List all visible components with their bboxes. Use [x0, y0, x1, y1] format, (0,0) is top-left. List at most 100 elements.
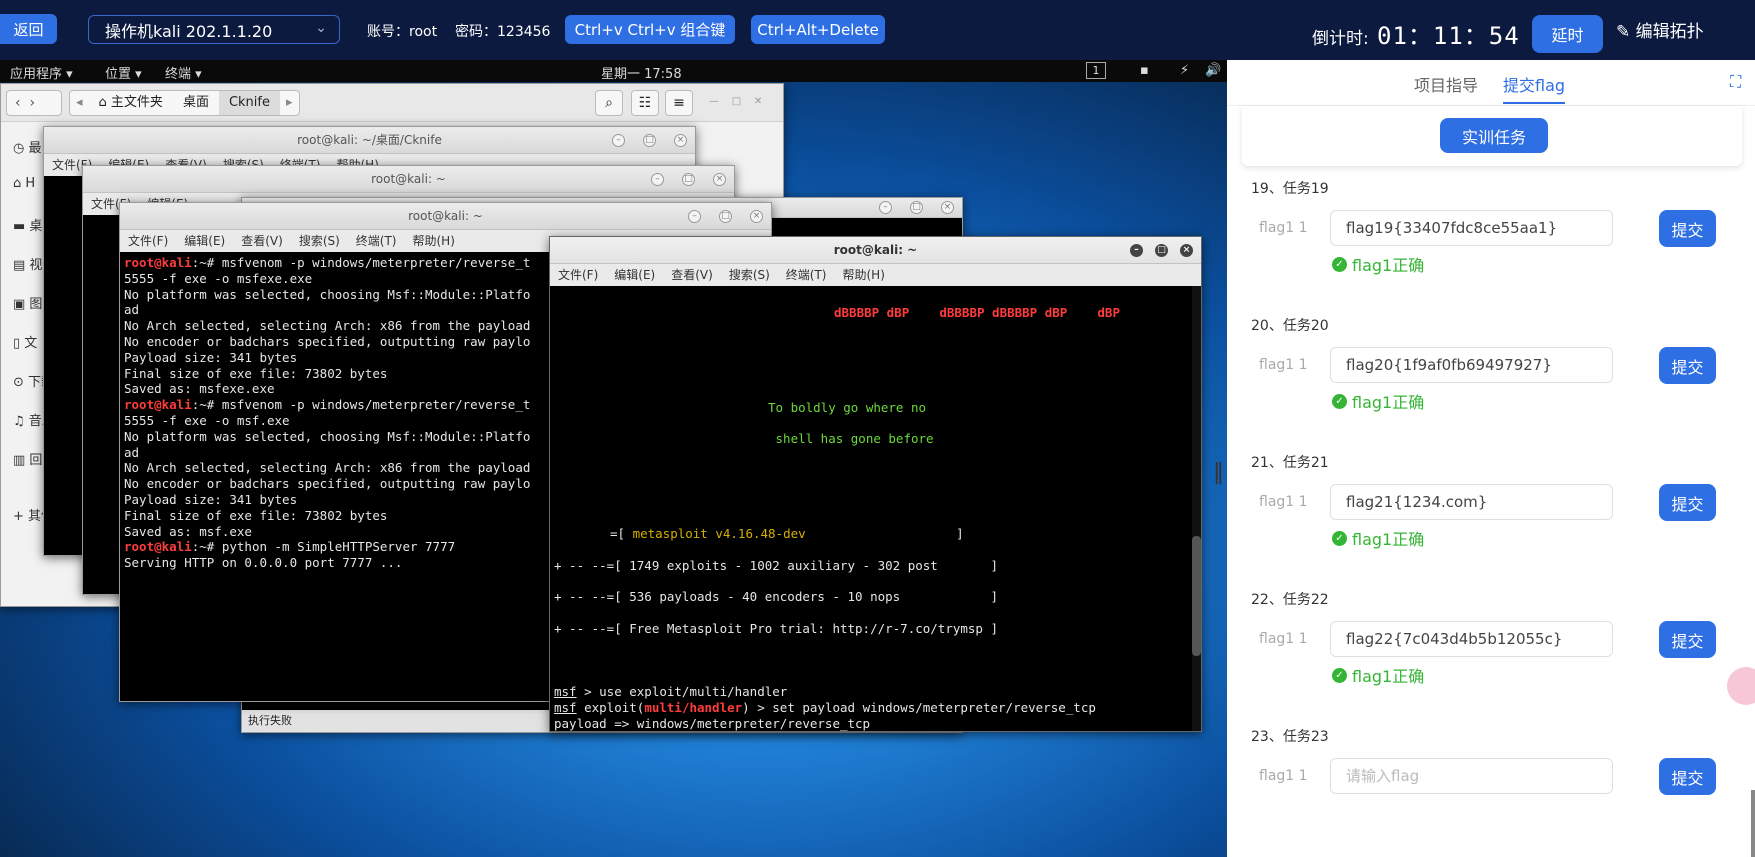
minimize-icon[interactable]: –: [879, 201, 892, 214]
applications-menu[interactable]: 应用程序 ▾: [10, 63, 73, 82]
window-controls[interactable]: — □ ✕: [709, 96, 762, 107]
splitter-handle[interactable]: ‖: [1213, 460, 1224, 490]
volume-icon[interactable]: 🔊: [1205, 63, 1221, 78]
flag-label: flag1 1: [1259, 357, 1308, 373]
menu-terminal[interactable]: 终端(T): [356, 234, 397, 248]
submit-button[interactable]: 提交: [1659, 484, 1716, 521]
menu-terminal[interactable]: 终端(T): [786, 268, 827, 282]
crumb-home[interactable]: ⌂ 主文件夹: [89, 91, 173, 115]
window-titlebar: root@kali: ~ – □ ×: [83, 166, 734, 193]
maximize-icon[interactable]: □: [643, 134, 656, 147]
workspace-indicator[interactable]: 1: [1086, 62, 1106, 79]
status-text: flag1正确: [1352, 393, 1425, 412]
menu-view[interactable]: 查看(V): [241, 234, 283, 248]
tagline-2: shell has gone before: [768, 431, 934, 447]
submit-button[interactable]: 提交: [1659, 758, 1716, 795]
check-circle-icon: ✓: [1332, 667, 1347, 683]
back-button[interactable]: 返回: [0, 14, 57, 44]
search-icon[interactable]: ⌕: [595, 90, 623, 116]
close-icon[interactable]: ×: [941, 201, 954, 214]
places-menu[interactable]: 位置 ▾: [105, 63, 142, 82]
crumb-desktop[interactable]: 桌面: [173, 91, 219, 115]
msf-line: msf exploit(multi/handler) > set lhost 2…: [554, 731, 1187, 732]
sidebar-desktop[interactable]: ▬ 桌: [13, 215, 42, 234]
crumb-left-arrow[interactable]: ◂: [70, 91, 89, 115]
minimize-icon[interactable]: –: [612, 134, 625, 147]
terminal-output[interactable]: dBBBBP dBP dBBBBP dBBBBP dBP dBP To bold…: [550, 286, 1201, 732]
tab-submit-flag[interactable]: 提交flag: [1503, 72, 1566, 104]
top-toolbar: 返回 操作机kali 202.1.1.20 ⌄ 账号：root 密码：123456…: [0, 0, 1755, 60]
network-icon[interactable]: ⚡: [1180, 63, 1189, 78]
task-title: 19、任务19: [1251, 181, 1329, 197]
submit-button[interactable]: 提交: [1659, 347, 1716, 384]
file-manager-toolbar: ‹ › ◂ ⌂ 主文件夹 桌面 Cknife ▸ ⌕ ☷ ≡ — □ ✕: [1, 84, 783, 122]
menu-icon[interactable]: ≡: [665, 90, 693, 116]
terminal-window-msfconsole[interactable]: root@kali: ~ – □ × 文件(F) 编辑(E) 查看(V) 搜索(S) 终端(…: [549, 236, 1202, 732]
collapse-icon[interactable]: ⛶: [1730, 72, 1741, 92]
sidebar-recent[interactable]: ◷ 最: [13, 137, 42, 156]
flag-label: flag1 1: [1259, 494, 1308, 510]
breadcrumb: ◂ ⌂ 主文件夹 桌面 Cknife ▸: [69, 90, 300, 116]
vm-select[interactable]: 操作机kali 202.1.1.20 ⌄: [88, 15, 340, 44]
flag-label: flag1 1: [1259, 768, 1308, 784]
combo-key-button[interactable]: Ctrl+v Ctrl+v 组合键: [565, 15, 735, 44]
view-list-icon[interactable]: ☷: [631, 90, 659, 116]
window-titlebar: root@kali: ~/桌面/Cknife – □ ×: [44, 127, 695, 154]
flag-label: flag1 1: [1259, 631, 1308, 647]
submit-button[interactable]: 提交: [1659, 210, 1716, 247]
menu-search[interactable]: 搜索(S): [299, 234, 340, 248]
menu-help[interactable]: 帮助(H): [413, 234, 455, 248]
status-text: flag1正确: [1352, 667, 1425, 686]
maximize-icon[interactable]: □: [682, 173, 695, 186]
chat-bubble-icon[interactable]: [1727, 667, 1755, 705]
window-title: root@kali: ~: [408, 209, 483, 223]
minimize-icon[interactable]: –: [651, 173, 664, 186]
countdown-timer: 01：11：54: [1377, 22, 1520, 50]
menu-edit[interactable]: 编辑(E): [614, 268, 655, 282]
tagline-1: To boldly go where no: [768, 399, 927, 415]
task-title: 22、任务22: [1251, 592, 1329, 608]
ctrl-alt-delete-button[interactable]: Ctrl+Alt+Delete: [751, 15, 885, 44]
sidebar-home[interactable]: ⌂ H: [13, 176, 35, 191]
nav-back-forward[interactable]: ‹ ›: [6, 90, 62, 116]
clock[interactable]: 星期一 17:58: [601, 63, 682, 82]
minimize-icon[interactable]: –: [688, 210, 701, 223]
extend-time-button[interactable]: 延时: [1532, 15, 1603, 53]
menu-file[interactable]: 文件(F): [128, 234, 168, 248]
crumb-cknife[interactable]: Cknife: [218, 91, 280, 115]
panel-scrollbar[interactable]: [1751, 170, 1755, 857]
flag-input[interactable]: flag20{1f9af0fb69497927}: [1330, 347, 1613, 383]
terminal-scrollbar[interactable]: [1192, 286, 1201, 731]
close-icon[interactable]: ×: [750, 210, 763, 223]
menu-search[interactable]: 搜索(S): [729, 268, 770, 282]
password-text: 密码：123456: [455, 24, 551, 40]
maximize-icon[interactable]: □: [1155, 244, 1168, 257]
tab-project-guide[interactable]: 项目指导: [1414, 72, 1478, 96]
task-card: 实训任务: [1242, 106, 1742, 166]
close-icon[interactable]: ×: [713, 173, 726, 186]
training-task-button[interactable]: 实训任务: [1440, 118, 1548, 153]
minimize-icon[interactable]: –: [1130, 244, 1143, 257]
remote-desktop[interactable]: 应用程序 ▾ 位置 ▾ 终端 ▾ 星期一 17:58 1 ▪ ⚡ 🔊 ‹ › ◂…: [0, 60, 1227, 857]
msf-line: payload => windows/meterpreter/reverse_t…: [554, 715, 871, 731]
close-icon[interactable]: ×: [1180, 244, 1193, 257]
edit-topology-button[interactable]: ✎ 编辑拓扑: [1616, 17, 1704, 42]
window-titlebar: root@kali: ~ – □ ×: [550, 237, 1201, 264]
stats-line: + -- --=[ 1749 exploits - 1002 auxiliary…: [554, 557, 999, 573]
maximize-icon[interactable]: □: [719, 210, 732, 223]
flag-input[interactable]: flag19{33407fdc8ce55aa1}: [1330, 210, 1613, 246]
submit-button[interactable]: 提交: [1659, 621, 1716, 658]
menu-help[interactable]: 帮助(H): [843, 268, 885, 282]
menu-edit[interactable]: 编辑(E): [184, 234, 225, 248]
flag-input[interactable]: flag22{7c043d4b5b12055c}: [1330, 621, 1613, 657]
menu-file[interactable]: 文件(F): [558, 268, 598, 282]
window-title: root@kali: ~: [371, 172, 446, 186]
flag-input[interactable]: flag21{1234.com}: [1330, 484, 1613, 520]
sidebar-documents[interactable]: ▯ 文: [13, 332, 37, 351]
terminal-menu[interactable]: 终端 ▾: [165, 63, 202, 82]
maximize-icon[interactable]: □: [910, 201, 923, 214]
close-icon[interactable]: ×: [674, 134, 687, 147]
flag-input[interactable]: 请输入flag: [1330, 758, 1613, 794]
menu-view[interactable]: 查看(V): [671, 268, 713, 282]
crumb-right-arrow[interactable]: ▸: [280, 91, 299, 115]
